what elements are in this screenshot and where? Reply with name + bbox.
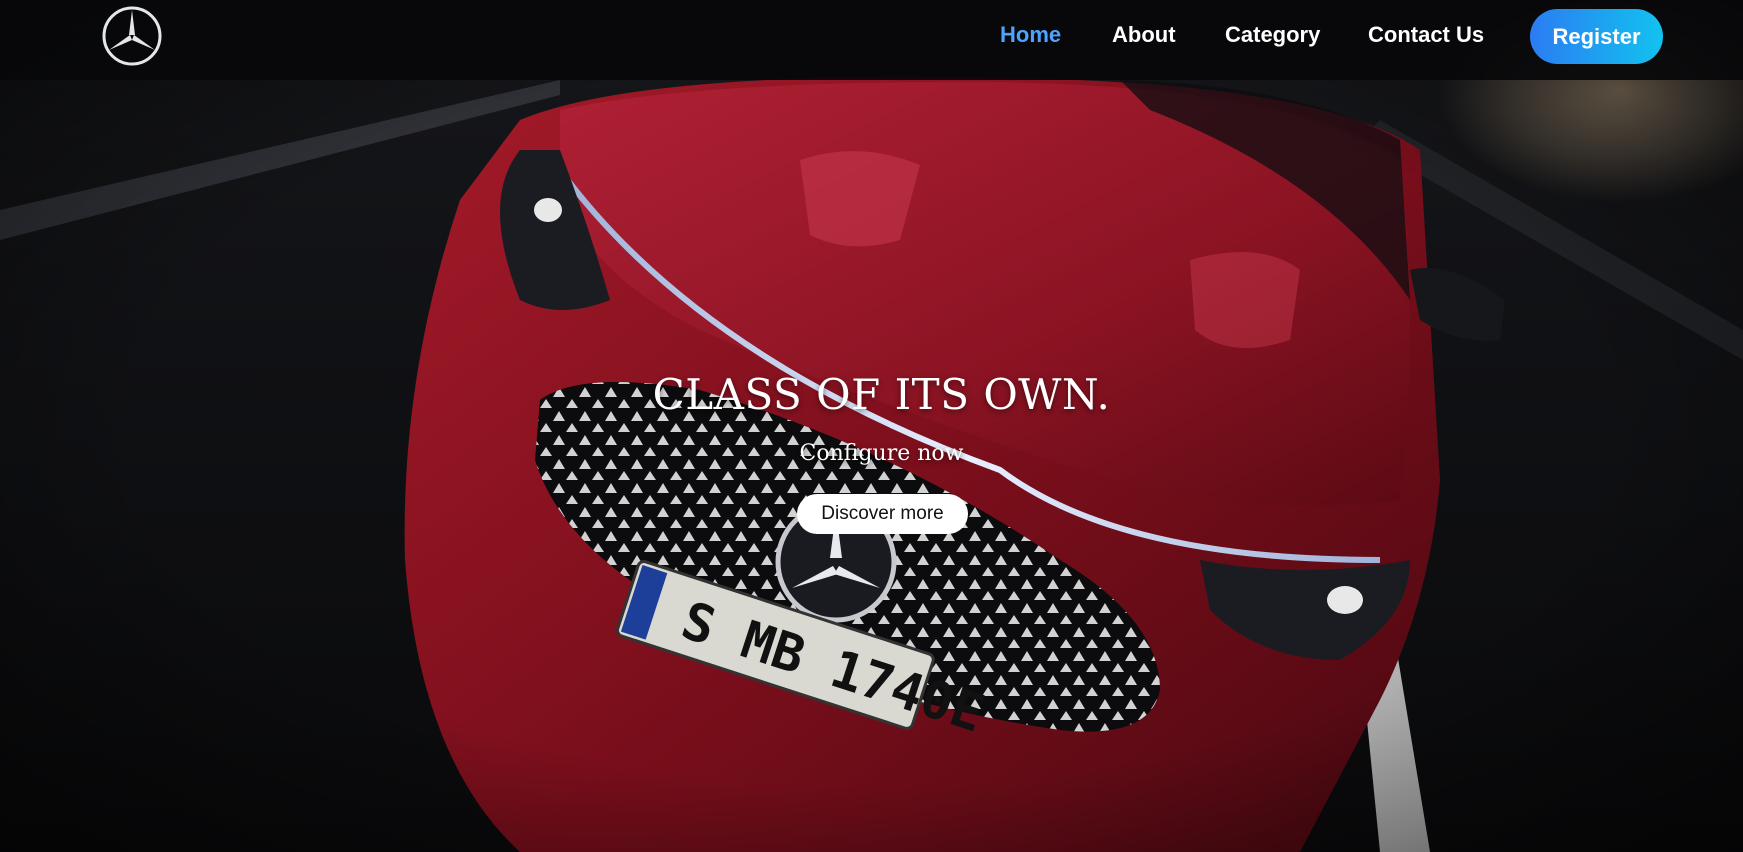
configure-now-link[interactable]: Configure now <box>0 441 1743 466</box>
nav-link-about[interactable]: About <box>1112 22 1176 48</box>
hero-section: S MB 1740E <box>0 0 1743 852</box>
hero-car-image: S MB 1740E <box>0 0 1743 852</box>
mercedes-star-logo-icon[interactable] <box>101 5 163 67</box>
top-navbar: Home About Category Contact Us Register <box>0 0 1743 80</box>
nav-link-home[interactable]: Home <box>1000 22 1061 48</box>
discover-more-button[interactable]: Discover more <box>797 494 968 534</box>
hero-title: CLASS OF ITS OWN. <box>652 370 1111 419</box>
nav-link-category[interactable]: Category <box>1225 22 1320 48</box>
register-button[interactable]: Register <box>1530 9 1663 64</box>
nav-link-contact-us[interactable]: Contact Us <box>1368 22 1484 48</box>
